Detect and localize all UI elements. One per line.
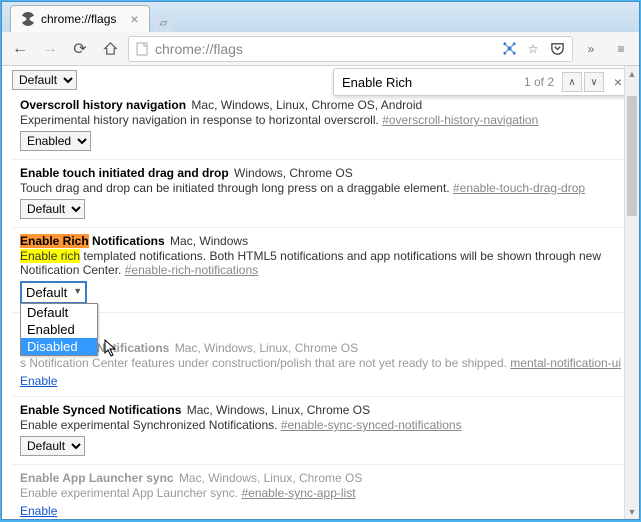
flag-item-rich-notifications: Enable Rich Notifications Mac, Windows E… xyxy=(12,228,629,313)
scroll-thumb[interactable] xyxy=(627,96,637,216)
flag-anchor[interactable]: mental-notification-ui xyxy=(510,356,621,370)
flag-platforms: Mac, Windows, Linux, Chrome OS, Android xyxy=(191,98,422,112)
flag-platforms: Mac, Windows, Linux, Chrome OS xyxy=(175,341,358,355)
flag-title: Enable touch initiated drag and drop xyxy=(20,166,229,180)
find-count: 1 of 2 xyxy=(524,75,554,89)
flag-platforms: Mac, Windows, Linux, Chrome OS xyxy=(179,471,362,485)
flag-item: mental UI for Notifications Mac, Windows… xyxy=(12,313,629,397)
flag-title: Enable Synced Notifications xyxy=(20,403,181,417)
flag-title: Overscroll history navigation xyxy=(20,98,186,112)
share-icon[interactable] xyxy=(500,40,518,58)
flag-anchor[interactable]: #overscroll-history-navigation xyxy=(382,113,538,127)
flag-select[interactable]: Default xyxy=(20,199,85,219)
page-icon xyxy=(135,42,149,56)
flag-platforms: Mac, Windows xyxy=(170,234,248,248)
tab-active[interactable]: chrome://flags × xyxy=(10,5,150,32)
flag-anchor[interactable]: #enable-sync-app-list xyxy=(241,486,355,500)
flag-select[interactable]: Default xyxy=(20,436,85,456)
forward-button[interactable]: → xyxy=(38,37,62,61)
flag-select-open[interactable]: Default xyxy=(20,281,87,304)
flag-select[interactable]: Enabled xyxy=(20,131,91,151)
flag-item: Enable App Launcher sync Mac, Windows, L… xyxy=(12,465,629,519)
flags-list: Overscroll history navigation Mac, Windo… xyxy=(2,92,639,519)
extensions-button[interactable]: » xyxy=(579,37,603,61)
new-tab-button[interactable]: ▱ xyxy=(154,15,174,32)
scroll-up-icon[interactable]: ▲ xyxy=(625,66,639,81)
tab-close-icon[interactable]: × xyxy=(130,11,138,27)
star-icon[interactable]: ☆ xyxy=(524,40,542,58)
enable-link[interactable]: Enable xyxy=(20,504,57,518)
page-content: Default 1 of 2 ∧ ∨ × Overscroll history … xyxy=(2,66,639,519)
scroll-down-icon[interactable]: ▼ xyxy=(625,504,639,519)
toolbar: ← → ⟳ chrome://flags ☆ » ≡ xyxy=(2,32,639,66)
find-next-button[interactable]: ∨ xyxy=(584,72,604,92)
radiation-icon xyxy=(21,12,35,26)
omnibox[interactable]: chrome://flags ☆ xyxy=(128,36,573,62)
home-button[interactable] xyxy=(98,37,122,61)
dropdown-option-disabled[interactable]: Disabled xyxy=(21,338,97,355)
top-select[interactable]: Default xyxy=(12,70,77,90)
flag-platforms: Windows, Chrome OS xyxy=(234,166,353,180)
flag-desc: Enable experimental App Launcher sync. #… xyxy=(20,486,621,500)
flag-desc: Touch drag and drop can be initiated thr… xyxy=(20,181,621,195)
find-prev-button[interactable]: ∧ xyxy=(562,72,582,92)
dropdown-list: Default Enabled Disabled xyxy=(20,303,98,356)
flag-item: Enable touch initiated drag and drop Win… xyxy=(12,160,629,228)
flag-title: Enable App Launcher sync xyxy=(20,471,174,485)
scrollbar[interactable]: ▲ ▼ xyxy=(624,66,639,519)
flag-desc: Experimental history navigation in respo… xyxy=(20,113,621,127)
tab-bar: chrome://flags × ▱ xyxy=(2,2,639,32)
enable-link[interactable]: Enable xyxy=(20,374,57,388)
tab-title: chrome://flags xyxy=(41,12,116,26)
flag-anchor[interactable]: #enable-touch-drag-drop xyxy=(453,181,585,195)
flag-desc: Enable experimental Synchronized Notific… xyxy=(20,418,621,432)
find-input[interactable] xyxy=(338,73,518,92)
browser-window: chrome://flags × ▱ ← → ⟳ chrome://flags … xyxy=(1,1,640,520)
dropdown-option-enabled[interactable]: Enabled xyxy=(21,321,97,338)
reload-button[interactable]: ⟳ xyxy=(68,37,92,61)
flag-anchor[interactable]: #enable-sync-synced-notifications xyxy=(281,418,462,432)
pocket-icon[interactable] xyxy=(548,40,566,58)
flag-item: Overscroll history navigation Mac, Windo… xyxy=(12,92,629,160)
dropdown-option-default[interactable]: Default xyxy=(21,304,97,321)
flag-platforms: Mac, Windows, Linux, Chrome OS xyxy=(187,403,370,417)
menu-button[interactable]: ≡ xyxy=(609,37,633,61)
omnibox-url: chrome://flags xyxy=(155,41,494,57)
flag-anchor[interactable]: #enable-rich-notifications xyxy=(125,263,258,277)
flag-title: Enable Rich Notifications xyxy=(20,234,165,248)
flag-desc: s Notification Center features under con… xyxy=(20,356,621,370)
flag-item: Enable Synced Notifications Mac, Windows… xyxy=(12,397,629,465)
flag-desc: Enable rich templated notifications. Bot… xyxy=(20,249,621,277)
back-button[interactable]: ← xyxy=(8,37,32,61)
